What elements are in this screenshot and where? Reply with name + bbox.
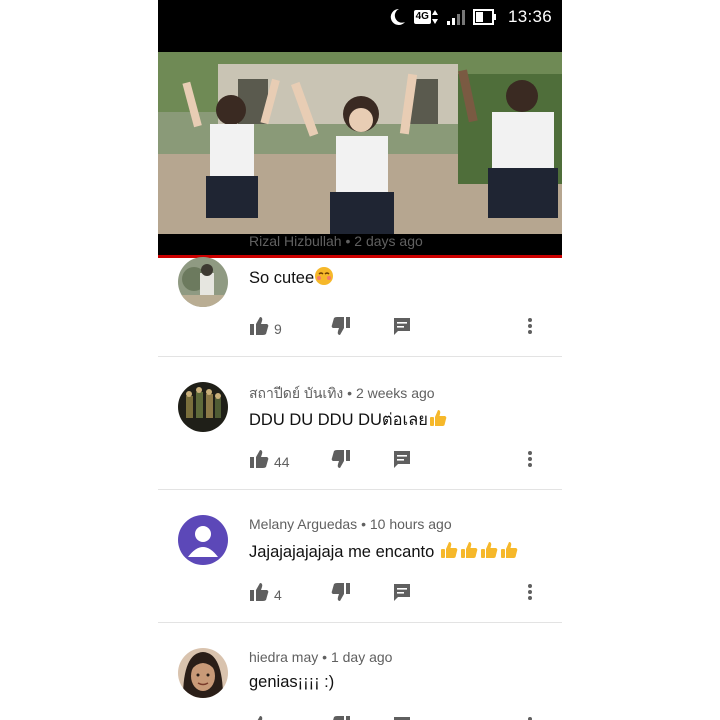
comment-time: 2 days ago xyxy=(354,233,423,249)
dislike-button[interactable] xyxy=(331,582,351,607)
comment-meta: สถาปีดย์ บันเทิง • 2 weeks ago xyxy=(249,383,435,405)
comment-item: Rizal Hizbullah • 2 days ago So cutee 9 xyxy=(158,224,562,357)
meta-separator: • xyxy=(345,233,351,249)
comment-time: 10 hours ago xyxy=(369,516,452,532)
comment-author[interactable]: Melany Arguedas xyxy=(249,516,357,532)
signal-icon xyxy=(446,9,466,25)
meta-separator: • xyxy=(322,649,328,665)
dislike-button[interactable] xyxy=(331,316,351,341)
more-options-button[interactable] xyxy=(525,715,535,720)
clock: 13:36 xyxy=(507,7,552,26)
kebab-menu-icon xyxy=(525,715,535,720)
reply-button[interactable] xyxy=(392,316,412,341)
comment-time: 1 day ago xyxy=(330,649,393,665)
like-count: 9 xyxy=(274,320,282,337)
reply-icon xyxy=(392,449,412,474)
avatar[interactable] xyxy=(178,648,228,698)
dislike-button[interactable] xyxy=(331,449,351,474)
thumbs-up-emoji-icon xyxy=(459,540,479,565)
network-type: 4G xyxy=(413,10,431,24)
like-button[interactable]: 4 xyxy=(249,582,282,607)
comment-text-content: Jajajajajajaja me encanto xyxy=(249,543,439,561)
comment-text-content: So cutee xyxy=(249,269,315,287)
reply-icon xyxy=(392,715,412,720)
kebab-menu-icon xyxy=(525,316,535,341)
avatar[interactable] xyxy=(178,515,228,565)
comment-author[interactable]: Rizal Hizbullah xyxy=(249,233,342,249)
comment-text: DDU DU DDU DUต่อเลย xyxy=(249,407,448,433)
reply-button[interactable] xyxy=(392,582,412,607)
thumbs-up-icon xyxy=(249,316,269,341)
comment-text-content: genias¡¡¡¡ :) xyxy=(249,673,335,691)
comment-item: Melany Arguedas • 10 hours ago Jajajajaj… xyxy=(158,490,562,623)
thumbs-down-icon xyxy=(331,316,351,341)
dislike-button[interactable] xyxy=(331,715,351,720)
like-button[interactable]: 44 xyxy=(249,449,290,474)
thumbs-down-icon xyxy=(331,715,351,720)
reply-icon xyxy=(392,582,412,607)
like-count: 4 xyxy=(274,586,282,603)
blush-emoji-icon xyxy=(314,266,334,291)
thumbs-up-emoji-icon xyxy=(479,540,499,565)
kebab-menu-icon xyxy=(525,449,535,474)
avatar[interactable] xyxy=(178,382,228,432)
moon-icon xyxy=(387,7,407,27)
thumbs-down-icon xyxy=(331,449,351,474)
thumbs-up-emoji-group xyxy=(439,542,519,561)
comment-author[interactable]: hiedra may xyxy=(249,649,318,665)
comment-item: สถาปีดย์ บันเทิง • 2 weeks ago DDU DU DD… xyxy=(158,357,562,490)
comment-item: hiedra may • 1 day ago genias¡¡¡¡ :) 4 xyxy=(158,623,562,720)
meta-separator: • xyxy=(347,385,353,401)
thumbs-up-icon xyxy=(249,715,269,720)
battery-icon xyxy=(472,9,497,25)
like-button[interactable]: 9 xyxy=(249,316,282,341)
thumbs-up-emoji-icon xyxy=(499,540,519,565)
comment-text: So cutee xyxy=(249,266,334,291)
more-options-button[interactable] xyxy=(525,582,535,607)
thumbs-down-icon xyxy=(331,582,351,607)
like-button[interactable]: 4 xyxy=(249,715,282,720)
default-avatar-icon xyxy=(178,515,228,565)
kebab-menu-icon xyxy=(525,582,535,607)
status-bar: 4G 13:36 xyxy=(158,0,562,34)
comment-meta: Melany Arguedas • 10 hours ago xyxy=(249,516,452,532)
thumbs-up-emoji-icon xyxy=(428,408,448,433)
reply-icon xyxy=(392,316,412,341)
comment-text: Jajajajajajaja me encanto xyxy=(249,540,519,565)
thumbs-up-icon xyxy=(249,449,269,474)
reply-button[interactable] xyxy=(392,449,412,474)
meta-separator: • xyxy=(361,516,366,532)
comment-text-content: DDU DU DDU DUต่อเลย xyxy=(249,411,428,429)
comment-meta: Rizal Hizbullah • 2 days ago xyxy=(249,233,423,249)
network-type-icon: 4G xyxy=(413,9,439,25)
reply-button[interactable] xyxy=(392,715,412,720)
thumbs-up-icon xyxy=(249,582,269,607)
phone-screen: 4G 13:36 Rizal Hizbullah • 2 days ago So… xyxy=(158,0,562,720)
more-options-button[interactable] xyxy=(525,449,535,474)
comment-time: 2 weeks ago xyxy=(355,385,435,401)
comment-text: genias¡¡¡¡ :) xyxy=(249,673,334,692)
avatar[interactable] xyxy=(178,257,228,307)
more-options-button[interactable] xyxy=(525,316,535,341)
like-count: 44 xyxy=(274,453,290,470)
comment-author[interactable]: สถาปีดย์ บันเทิง xyxy=(249,385,343,401)
comment-meta: hiedra may • 1 day ago xyxy=(249,649,392,665)
thumbs-up-emoji-icon xyxy=(439,540,459,565)
